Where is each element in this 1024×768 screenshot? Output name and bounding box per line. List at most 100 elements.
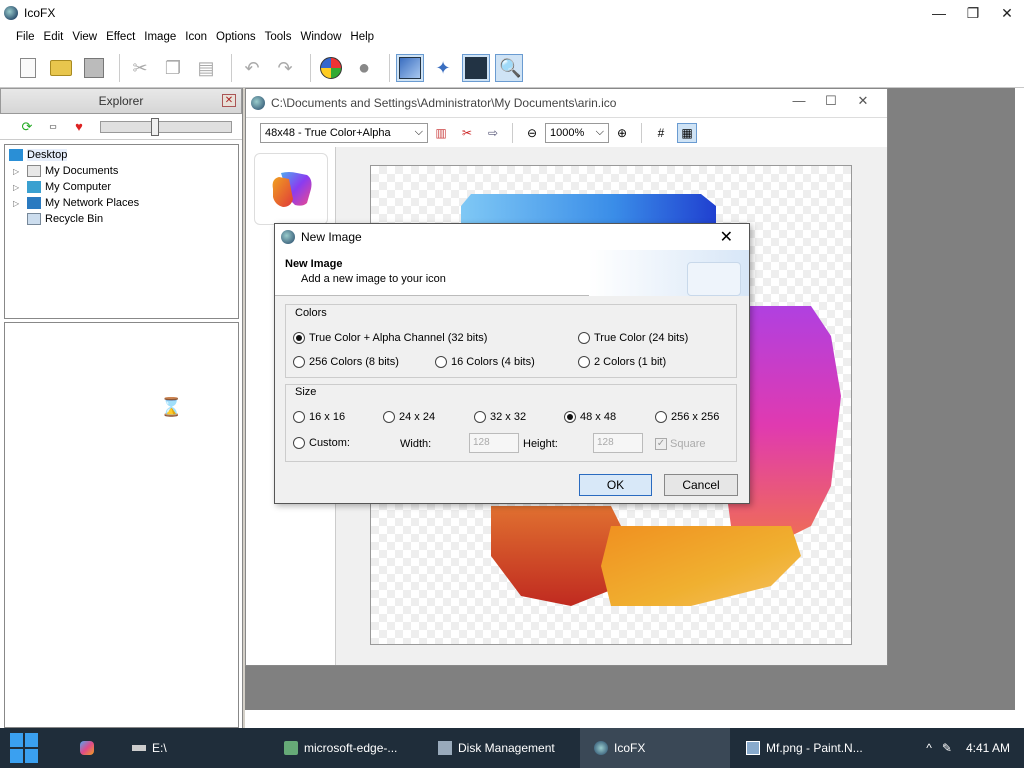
- redo-icon: ↷: [277, 57, 293, 78]
- size-32-radio[interactable]: 32 x 32: [474, 411, 526, 423]
- icon-preview-thumbnail[interactable]: [254, 153, 328, 225]
- explorer-header: Explorer ✕: [0, 88, 242, 114]
- undo-button[interactable]: ↶: [238, 54, 266, 82]
- copilot-taskbar-button[interactable]: [80, 728, 100, 768]
- menu-window[interactable]: Window: [301, 31, 342, 43]
- effect-button[interactable]: ✦: [429, 54, 457, 82]
- menu-image[interactable]: Image: [144, 31, 176, 43]
- abc-icon[interactable]: ▭: [44, 118, 62, 136]
- export-image-button[interactable]: ⇨: [483, 123, 503, 143]
- color-2-radio[interactable]: 2 Colors (1 bit): [578, 356, 666, 368]
- windows-button[interactable]: [317, 54, 345, 82]
- thumbnail-size-slider[interactable]: [100, 117, 232, 136]
- taskbar-item-microsoft-edge[interactable]: microsoft-edge-...: [284, 728, 424, 768]
- size-24-radio[interactable]: 24 x 24: [383, 411, 435, 423]
- square-checkbox[interactable]: ✓ Square: [655, 438, 705, 450]
- cancel-button[interactable]: Cancel: [664, 474, 738, 496]
- computer-icon: [27, 181, 41, 193]
- cut-button[interactable]: ✂: [126, 54, 154, 82]
- doc-close-button[interactable]: ✕: [847, 93, 879, 109]
- menu-options[interactable]: Options: [216, 31, 256, 43]
- menu-effect[interactable]: Effect: [106, 31, 135, 43]
- explorer-title: Explorer: [98, 94, 144, 108]
- ok-button[interactable]: OK: [579, 474, 652, 496]
- menu-help[interactable]: Help: [350, 31, 374, 43]
- taskbar-item-disk-management[interactable]: Disk Management: [438, 728, 578, 768]
- taskbar-item-drive-e[interactable]: E:\: [132, 728, 262, 768]
- pen-icon[interactable]: ✎: [942, 741, 952, 755]
- explorer-close-button[interactable]: ✕: [222, 94, 236, 107]
- tree-item-my-network-places[interactable]: ▷ My Network Places: [5, 195, 238, 211]
- size-256-radio[interactable]: 256 x 256: [655, 411, 719, 423]
- size-custom-radio[interactable]: Custom:: [293, 437, 350, 449]
- zoom-select[interactable]: 1000% ⌵: [545, 122, 609, 143]
- doc-minimize-button[interactable]: —: [783, 93, 815, 109]
- doc-maximize-button[interactable]: ☐: [815, 93, 847, 109]
- new-image-button[interactable]: ▥: [431, 123, 451, 143]
- tray-overflow-icon[interactable]: ^: [926, 741, 932, 755]
- zoom-button[interactable]: 🔍: [495, 53, 523, 82]
- new-button[interactable]: [14, 54, 42, 82]
- zoom-out-icon[interactable]: ⊖: [522, 123, 542, 143]
- taskbar-item-icofx[interactable]: IcoFX: [580, 728, 730, 768]
- network-icon: [27, 197, 41, 209]
- refresh-icon[interactable]: ⟳: [18, 118, 36, 136]
- expand-icon[interactable]: ▷: [13, 183, 23, 192]
- width-field[interactable]: 128: [469, 433, 519, 453]
- apple-button[interactable]: ●: [350, 54, 378, 82]
- redo-button[interactable]: ↷: [271, 54, 299, 82]
- tree-item-my-computer[interactable]: ▷ My Computer: [5, 179, 238, 195]
- color-16-radio[interactable]: 16 Colors (4 bits): [435, 356, 535, 368]
- zoom-in-icon[interactable]: ⊕: [612, 123, 632, 143]
- minimize-button[interactable]: —: [922, 0, 956, 26]
- tree-item-desktop[interactable]: Desktop: [5, 147, 238, 163]
- copy-button[interactable]: ❐: [159, 54, 187, 82]
- start-button[interactable]: [10, 733, 40, 763]
- delete-image-button[interactable]: ✂: [457, 123, 477, 143]
- preview-toggle-icon[interactable]: ▦: [677, 122, 697, 143]
- app-icon: [4, 6, 18, 20]
- maximize-button[interactable]: ❐: [956, 0, 990, 26]
- save-icon: [84, 57, 104, 78]
- clock[interactable]: 4:41 AM: [966, 741, 1010, 755]
- expand-icon[interactable]: ▷: [13, 199, 23, 208]
- tree-item-my-documents[interactable]: ▷ My Documents: [5, 163, 238, 179]
- expand-icon[interactable]: ▷: [13, 167, 23, 176]
- taskbar-item-paint-net[interactable]: Mf.png - Paint.N...: [746, 728, 886, 768]
- edge-icon: [284, 741, 298, 755]
- menu-tools[interactable]: Tools: [265, 31, 292, 43]
- chevron-down-icon: ⌵: [414, 126, 423, 138]
- favorite-icon[interactable]: ♥: [70, 118, 88, 136]
- slider-thumb[interactable]: [151, 117, 159, 136]
- grid-icon[interactable]: #: [651, 123, 671, 143]
- title-bar: IcoFX — ❐ ✕: [0, 0, 1024, 26]
- size-48-radio[interactable]: 48 x 48: [564, 411, 616, 423]
- dialog-header-banner: [589, 250, 749, 296]
- explorer-toolbar: ⟳ ▭ ♥: [0, 114, 242, 140]
- dialog-title: New Image: [301, 230, 362, 244]
- color-true-color-alpha-radio[interactable]: True Color + Alpha Channel (32 bits): [293, 332, 487, 344]
- menu-edit[interactable]: Edit: [44, 31, 64, 43]
- icofx-icon: [594, 741, 608, 755]
- close-button[interactable]: ✕: [990, 0, 1024, 26]
- dialog-close-button[interactable]: ✕: [720, 227, 733, 247]
- undo-icon: ↶: [244, 57, 260, 78]
- height-field[interactable]: 128: [593, 433, 643, 453]
- windows-icon: [320, 56, 342, 79]
- tree-item-recycle-bin[interactable]: Recycle Bin: [5, 211, 238, 227]
- open-button[interactable]: [47, 54, 75, 82]
- open-icon: [50, 59, 72, 76]
- menu-view[interactable]: View: [72, 31, 97, 43]
- image-view-button[interactable]: [396, 53, 424, 82]
- save-button[interactable]: [80, 54, 108, 82]
- paste-button[interactable]: ▤: [192, 54, 220, 82]
- color-true-color-radio[interactable]: True Color (24 bits): [578, 332, 688, 344]
- file-list-pane[interactable]: ⌛: [4, 322, 239, 728]
- capture-button[interactable]: [462, 53, 490, 82]
- size-16-radio[interactable]: 16 x 16: [293, 411, 345, 423]
- dialog-title-bar: New Image ✕: [275, 224, 749, 250]
- menu-icon[interactable]: Icon: [185, 31, 207, 43]
- color-256-radio[interactable]: 256 Colors (8 bits): [293, 356, 399, 368]
- image-format-select[interactable]: 48x48 - True Color+Alpha ⌵: [260, 122, 428, 143]
- menu-file[interactable]: File: [16, 31, 35, 43]
